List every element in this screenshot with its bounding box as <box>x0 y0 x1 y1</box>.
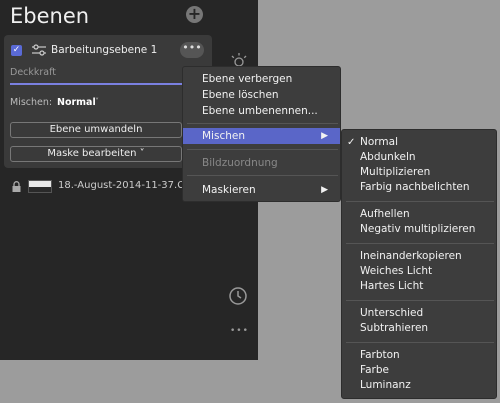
submenu-divider <box>346 201 494 202</box>
blend-option-color[interactable]: Farbe <box>342 363 496 378</box>
blend-option-normal[interactable]: ✓ Normal <box>342 135 496 150</box>
menu-item-rename-layer[interactable]: Ebene umbenennen... <box>183 103 340 119</box>
menu-item-mask-label: Maskieren <box>202 184 256 196</box>
blend-option-subtract[interactable]: Subtrahieren <box>342 321 496 336</box>
blend-option-difference[interactable]: Unterschied <box>342 306 496 321</box>
blend-mode-submenu: ✓ Normal Abdunkeln Multiplizieren Farbig… <box>341 129 497 399</box>
menu-item-image-mapping: Bildzuordnung <box>202 157 278 169</box>
chevron-down-icon: ˅ <box>95 97 99 106</box>
layer-visibility-checkbox[interactable]: ✓ <box>11 45 22 56</box>
menu-item-hide-layer[interactable]: Ebene verbergen <box>183 71 340 87</box>
blend-mode-select[interactable]: Normal <box>57 97 96 108</box>
menu-item-blend-label: Mischen <box>202 130 245 142</box>
blend-option-luminosity[interactable]: Luminanz <box>342 378 496 393</box>
layer-more-button[interactable]: ••• <box>180 42 204 58</box>
menu-divider <box>187 123 338 124</box>
blend-label: Mischen: <box>10 97 53 108</box>
file-thumbnail <box>28 180 52 193</box>
history-clock-icon[interactable] <box>228 286 248 306</box>
submenu-divider <box>346 342 494 343</box>
checkmark-icon: ✓ <box>347 137 356 148</box>
layer-context-menu: Ebene verbergen Ebene löschen Ebene umbe… <box>182 66 341 202</box>
submenu-divider <box>346 300 494 301</box>
blend-option-screen[interactable]: Negativ multiplizieren <box>342 222 496 237</box>
blend-option-darken[interactable]: Abdunkeln <box>342 150 496 165</box>
blend-option-hue[interactable]: Farbton <box>342 348 496 363</box>
blend-option-label: Normal <box>360 136 398 148</box>
panel-title: Ebenen <box>10 4 90 28</box>
layer-name: Barbeitungsebene 1 <box>51 44 158 56</box>
blend-option-multiply[interactable]: Multiplizieren <box>342 165 496 180</box>
menu-item-mask[interactable]: Maskieren ▶ <box>183 182 340 198</box>
submenu-arrow-icon: ▶ <box>321 131 328 141</box>
lock-icon <box>12 181 21 192</box>
menu-item-blend[interactable]: Mischen ▶ <box>183 128 340 144</box>
menu-divider <box>187 149 338 150</box>
blend-option-soft-light[interactable]: Weiches Licht <box>342 264 496 279</box>
menu-divider <box>187 175 338 176</box>
blend-option-lighten[interactable]: Aufhellen <box>342 207 496 222</box>
more-options-icon[interactable]: ••• <box>230 326 249 336</box>
opacity-label: Deckkraft <box>10 67 57 78</box>
convert-layer-button[interactable]: Ebene umwandeln <box>10 122 182 138</box>
blend-option-hard-light[interactable]: Hartes Licht <box>342 279 496 294</box>
opacity-slider[interactable] <box>10 83 186 85</box>
edit-mask-button[interactable]: Maske bearbeiten ˅ <box>10 146 182 162</box>
submenu-arrow-icon: ▶ <box>321 185 328 195</box>
blend-option-color-burn[interactable]: Farbig nachbelichten <box>342 180 496 195</box>
submenu-divider <box>346 243 494 244</box>
file-name: 18.-August-2014-11-37.CR2 <box>58 180 198 191</box>
blend-option-overlay[interactable]: Ineinanderkopieren <box>342 249 496 264</box>
layer-card: ✓ Barbeitungsebene 1 ••• Deckkraft Misch… <box>4 35 212 168</box>
add-layer-button[interactable]: + <box>186 6 203 23</box>
menu-item-delete-layer[interactable]: Ebene löschen <box>183 87 340 103</box>
adjustment-layer-icon <box>32 44 46 56</box>
